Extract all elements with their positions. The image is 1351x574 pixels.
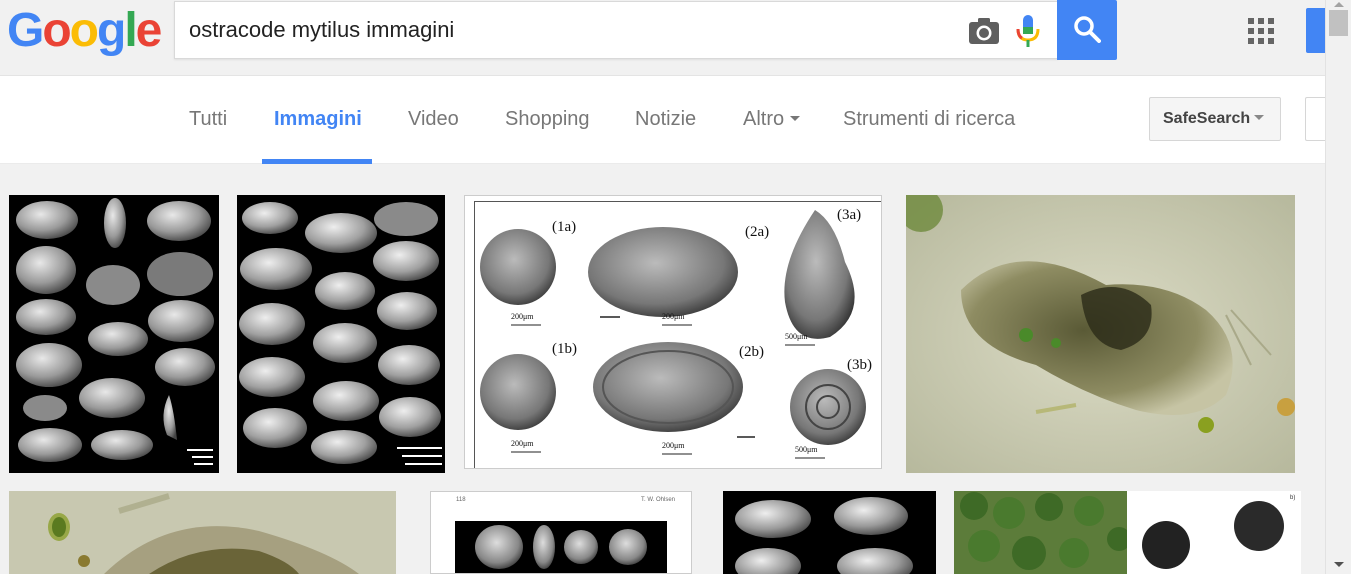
figure-label: (3a): [837, 207, 862, 223]
apps-grid-icon[interactable]: [1248, 18, 1274, 44]
scale-label: 500μm: [795, 445, 818, 454]
sem-figure: (1a) (2a) (3a) (1b) (2b) (3b) 200μm 200μ…: [474, 201, 881, 468]
tab-images[interactable]: Immagini: [274, 76, 362, 164]
scale-label: 200μm: [662, 312, 685, 321]
scroll-up-arrow-icon[interactable]: [1334, 2, 1344, 7]
search-icon: [1074, 16, 1101, 43]
camera-icon[interactable]: [967, 16, 1001, 46]
scroll-thumb[interactable]: [1329, 10, 1348, 36]
chevron-down-icon: [1254, 114, 1265, 120]
image-result[interactable]: [723, 491, 936, 574]
scale-label: 200μm: [662, 441, 685, 450]
tab-news[interactable]: Notizie: [635, 76, 696, 164]
search-tabs-bar: Tutti Immagini Video Shopping Notizie Al…: [0, 76, 1327, 164]
logo-letter: e: [135, 4, 163, 57]
scale-label: 200μm: [511, 439, 534, 448]
logo-letter: o: [42, 4, 71, 57]
header: Google: [0, 0, 1325, 76]
tab-shopping[interactable]: Shopping: [505, 76, 590, 164]
tab-more-label: Altro: [743, 108, 785, 130]
ciliate-micrograph-image: [906, 195, 1295, 473]
logo-letter: o: [69, 4, 99, 57]
figure-label: (2a): [745, 224, 770, 240]
search-input[interactable]: [189, 2, 949, 58]
image-result[interactable]: [9, 491, 396, 574]
figure-label: (1a): [552, 219, 577, 235]
safesearch-button[interactable]: SafeSearch: [1149, 97, 1281, 141]
scale-label: 200μm: [511, 312, 534, 321]
tab-all[interactable]: Tutti: [189, 76, 227, 164]
image-result[interactable]: [906, 195, 1295, 473]
ostracod-plate-image: [735, 497, 913, 574]
tab-search-tools[interactable]: Strumenti di ricerca: [843, 76, 1015, 164]
figure-label: (3b): [847, 357, 872, 373]
logo-letter: G: [7, 4, 44, 57]
scale-label: 500μm: [785, 332, 808, 341]
logo-letter: g: [97, 4, 126, 57]
image-result[interactable]: [237, 195, 445, 473]
scroll-down-arrow-icon[interactable]: [1334, 562, 1344, 567]
image-result[interactable]: [9, 195, 219, 473]
panel-label: b): [1290, 495, 1296, 501]
figure-label: (2b): [739, 344, 764, 360]
foraminifera-plate-image: [455, 521, 667, 573]
microphone-icon[interactable]: [1015, 14, 1041, 48]
google-logo[interactable]: Google: [7, 4, 163, 57]
safesearch-label: SafeSearch: [1163, 110, 1251, 127]
image-result[interactable]: b): [954, 491, 1301, 574]
ostracod-plate-image: [239, 202, 442, 465]
tab-more[interactable]: Altro: [743, 76, 801, 164]
image-result[interactable]: 118 T. W. Ohlsen: [430, 491, 692, 574]
algae-colony-image: [954, 491, 1301, 574]
figure-label: (1b): [552, 341, 577, 357]
scrollbar[interactable]: [1325, 0, 1351, 574]
ciliate-micrograph-image: [9, 491, 396, 574]
chevron-down-icon: [790, 115, 801, 121]
search-box: [174, 1, 1058, 59]
image-result[interactable]: (1a) (2a) (3a) (1b) (2b) (3b) 200μm 200μ…: [464, 195, 882, 469]
sem-figure-graphic: [480, 210, 866, 459]
settings-button[interactable]: [1305, 97, 1327, 141]
search-button[interactable]: [1057, 0, 1117, 60]
logo-letter: l: [124, 4, 137, 57]
ostracod-plate-image: [16, 198, 215, 465]
tab-video[interactable]: Video: [408, 76, 459, 164]
sign-in-button[interactable]: [1306, 8, 1325, 53]
active-tab-indicator: [262, 159, 372, 164]
